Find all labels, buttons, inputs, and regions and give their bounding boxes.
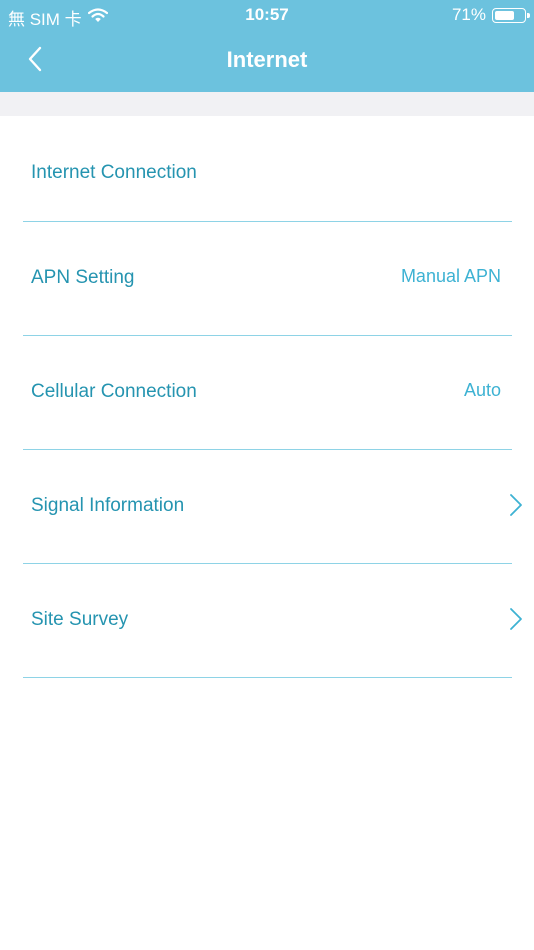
menu-item-label: APN Setting	[31, 267, 135, 288]
battery-icon	[492, 7, 530, 23]
menu-item-site-survey[interactable]: Site Survey	[0, 564, 534, 678]
chevron-right-icon	[508, 606, 524, 632]
chevron-right-icon	[508, 492, 524, 518]
menu-item-label: Cellular Connection	[31, 381, 197, 402]
menu-item-cellular-connection[interactable]: Cellular Connection Auto	[0, 336, 534, 450]
status-right: 71%	[451, 5, 530, 25]
menu-item-apn-setting[interactable]: APN Setting Manual APN	[0, 222, 534, 336]
battery-fill	[495, 10, 514, 20]
menu-item-signal-information[interactable]: Signal Information	[0, 450, 534, 564]
menu-item-label: Internet Connection	[31, 162, 197, 183]
battery-cap	[527, 12, 530, 18]
status-bar: 無 SIM 卡 10:57 71%	[0, 0, 534, 30]
battery-percent: 71%	[451, 5, 486, 24]
menu-item-value: Auto	[463, 380, 501, 400]
menu-item-internet-connection[interactable]: Internet Connection	[0, 116, 534, 222]
menu-item-value: Manual APN	[400, 266, 501, 286]
nav-bar: Internet	[0, 30, 534, 92]
settings-list: Internet Connection APN Setting Manual A…	[0, 116, 534, 678]
app-header: 無 SIM 卡 10:57 71% Internet	[0, 0, 534, 92]
section-gap	[0, 92, 534, 116]
menu-item-label: Site Survey	[31, 609, 129, 630]
menu-item-label: Signal Information	[31, 495, 185, 516]
page-title: Internet	[226, 47, 308, 72]
